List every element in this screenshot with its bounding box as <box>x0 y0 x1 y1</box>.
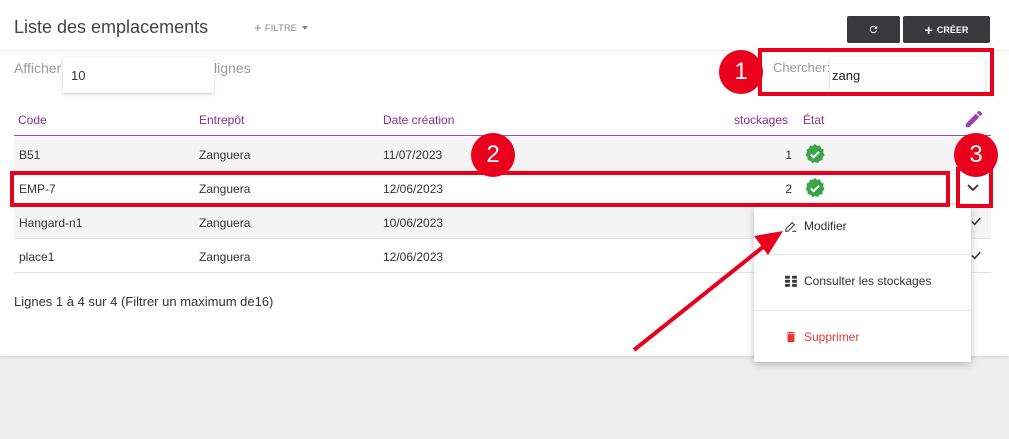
cell-date: 10/06/2023 <box>383 216 444 230</box>
verified-check-icon <box>805 143 825 164</box>
edit-icon <box>785 221 797 232</box>
page-length-select[interactable]: 10 <box>63 57 214 93</box>
cell-date: 12/06/2023 <box>383 250 444 264</box>
cell-code: place1 <box>19 250 55 264</box>
cell-stockages: 1 <box>785 148 792 162</box>
page-title: Liste des emplacements <box>14 17 209 37</box>
cell-entrepot: Zanguera <box>199 148 251 162</box>
highlight-box-row <box>10 171 950 207</box>
check-icon <box>971 251 981 260</box>
column-header-entrepot[interactable]: Entrepôt <box>199 113 244 127</box>
refresh-icon <box>869 25 878 34</box>
plus-icon: + <box>924 21 933 38</box>
column-header-etat[interactable]: État <box>803 113 824 127</box>
check-icon <box>971 217 981 226</box>
column-header-code[interactable]: Code <box>18 113 47 127</box>
menu-item-consulter-stockages[interactable]: Consulter les stockages <box>754 266 971 296</box>
lines-label: lignes <box>214 60 251 76</box>
highlight-box-search <box>758 48 994 96</box>
create-label: CRÉER <box>936 24 969 35</box>
filter-button[interactable]: + FILTRE <box>254 20 309 35</box>
show-label: Afficher <box>14 60 62 76</box>
menu-item-label: Consulter les stockages <box>804 274 932 288</box>
cell-entrepot: Zanguera <box>199 216 251 230</box>
annotation-badge: 1 <box>719 50 763 94</box>
menu-item-supprimer[interactable]: Supprimer <box>754 322 971 352</box>
menu-divider <box>754 310 971 311</box>
table-info: Lignes 1 à 4 sur 4 (Filtrer un maximum d… <box>14 294 274 309</box>
trash-icon <box>786 331 796 343</box>
refresh-button[interactable] <box>847 16 900 43</box>
create-button[interactable]: + CRÉER <box>903 16 990 43</box>
menu-divider <box>754 254 971 255</box>
menu-item-label: Supprimer <box>804 330 860 344</box>
cell-code: B51 <box>19 148 41 162</box>
row-actions-menu: Modifier Consulter les stockages Supprim… <box>754 205 971 362</box>
filter-label: FILTRE <box>264 23 298 33</box>
edit-pencil-icon[interactable] <box>963 108 985 130</box>
grid-icon <box>785 275 797 287</box>
menu-item-modifier[interactable]: Modifier <box>754 211 971 241</box>
cell-date: 11/07/2023 <box>383 148 443 162</box>
column-header-date[interactable]: Date création <box>383 113 454 127</box>
cell-entrepot: Zanguera <box>199 250 251 264</box>
plus-icon: + <box>254 20 262 35</box>
menu-item-label: Modifier <box>804 219 847 233</box>
column-header-stockages[interactable]: stockages <box>734 113 788 127</box>
annotation-badge: 2 <box>471 133 515 177</box>
caret-down-icon <box>302 26 309 30</box>
annotation-badge: 3 <box>954 133 998 177</box>
cell-code: Hangard-n1 <box>19 216 83 230</box>
